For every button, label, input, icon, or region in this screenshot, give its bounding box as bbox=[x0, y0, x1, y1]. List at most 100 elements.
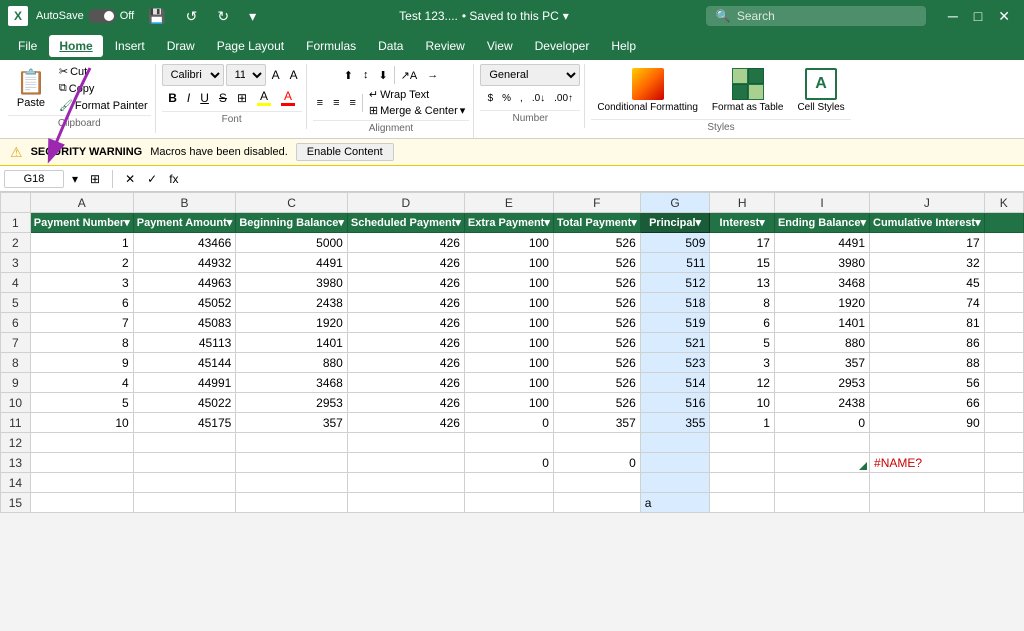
cell-reference-input[interactable] bbox=[4, 170, 64, 188]
close-button[interactable]: ✕ bbox=[992, 6, 1016, 27]
header-cell-I[interactable]: Ending Balance▾ bbox=[774, 213, 869, 233]
list-item[interactable]: 100 bbox=[464, 333, 553, 353]
list-item[interactable]: 45175 bbox=[133, 413, 236, 433]
list-item[interactable]: 2953 bbox=[236, 393, 348, 413]
list-item[interactable]: 3 bbox=[30, 273, 133, 293]
list-item[interactable]: 516 bbox=[640, 393, 710, 413]
list-item[interactable] bbox=[870, 493, 985, 513]
undo-button[interactable]: ↺ bbox=[180, 6, 204, 27]
conditional-formatting-button[interactable]: Conditional Formatting bbox=[591, 64, 704, 117]
list-item[interactable]: 8 bbox=[30, 333, 133, 353]
header-cell-A[interactable]: Payment Number▾ bbox=[30, 213, 133, 233]
list-item[interactable] bbox=[30, 493, 133, 513]
italic-button[interactable]: I bbox=[183, 87, 194, 109]
list-item[interactable]: 426 bbox=[347, 413, 464, 433]
list-item[interactable]: 0 bbox=[774, 413, 869, 433]
list-item[interactable]: 519 bbox=[640, 313, 710, 333]
middle-align-button[interactable]: ↕ bbox=[359, 64, 373, 86]
paste-button[interactable]: 📋 Paste bbox=[8, 64, 54, 113]
list-item[interactable] bbox=[133, 433, 236, 453]
list-item[interactable]: 10 bbox=[710, 393, 775, 413]
maximize-button[interactable]: □ bbox=[968, 6, 988, 27]
list-item[interactable] bbox=[133, 473, 236, 493]
list-item[interactable]: 526 bbox=[553, 253, 640, 273]
list-item[interactable] bbox=[640, 453, 710, 473]
list-item[interactable]: 12 bbox=[710, 373, 775, 393]
list-item[interactable] bbox=[30, 433, 133, 453]
fill-color-button[interactable]: A bbox=[253, 87, 275, 109]
menu-file[interactable]: File bbox=[8, 35, 47, 57]
list-item[interactable]: 1 bbox=[710, 413, 775, 433]
list-item[interactable]: 523 bbox=[640, 353, 710, 373]
list-item[interactable]: 45144 bbox=[133, 353, 236, 373]
menu-formulas[interactable]: Formulas bbox=[296, 35, 366, 57]
list-item[interactable] bbox=[236, 433, 348, 453]
percent-button[interactable]: % bbox=[498, 88, 515, 108]
list-item[interactable]: 3980 bbox=[774, 253, 869, 273]
list-item[interactable]: 86 bbox=[870, 333, 985, 353]
list-item[interactable]: 45052 bbox=[133, 293, 236, 313]
header-cell-J[interactable]: Cumulative Interest▾ bbox=[870, 213, 985, 233]
list-item[interactable]: 100 bbox=[464, 293, 553, 313]
list-item[interactable]: 17 bbox=[710, 233, 775, 253]
list-item[interactable]: 3 bbox=[710, 353, 775, 373]
center-align-button[interactable]: ≡ bbox=[329, 92, 343, 114]
list-item[interactable] bbox=[640, 433, 710, 453]
menu-insert[interactable]: Insert bbox=[105, 35, 155, 57]
list-item[interactable] bbox=[464, 433, 553, 453]
list-item[interactable]: 81 bbox=[870, 313, 985, 333]
menu-help[interactable]: Help bbox=[601, 35, 646, 57]
list-item[interactable]: 100 bbox=[464, 373, 553, 393]
list-item[interactable] bbox=[984, 293, 1023, 313]
right-align-button[interactable]: ≡ bbox=[345, 92, 359, 114]
list-item[interactable]: 56 bbox=[870, 373, 985, 393]
list-item[interactable] bbox=[347, 433, 464, 453]
list-item[interactable]: 88 bbox=[870, 353, 985, 373]
list-item[interactable]: 5 bbox=[710, 333, 775, 353]
list-item[interactable]: 526 bbox=[553, 293, 640, 313]
list-item[interactable] bbox=[30, 473, 133, 493]
list-item[interactable]: 3468 bbox=[236, 373, 348, 393]
increase-decimal-button[interactable]: .00↑ bbox=[550, 88, 577, 108]
col-header-g[interactable]: G bbox=[640, 193, 710, 213]
font-color-button[interactable]: A bbox=[277, 87, 299, 109]
list-item[interactable]: 1 bbox=[30, 233, 133, 253]
col-header-h[interactable]: H bbox=[710, 193, 775, 213]
indent-increase-button[interactable]: → bbox=[423, 64, 442, 86]
search-box[interactable]: 🔍 bbox=[706, 6, 926, 26]
search-input[interactable] bbox=[737, 9, 897, 23]
font-size-select[interactable]: 11 bbox=[226, 64, 266, 86]
list-item[interactable]: 45 bbox=[870, 273, 985, 293]
header-cell-D[interactable]: Scheduled Payment▾ bbox=[347, 213, 464, 233]
list-item[interactable]: 514 bbox=[640, 373, 710, 393]
list-item[interactable]: 2953 bbox=[774, 373, 869, 393]
list-item[interactable]: 355 bbox=[640, 413, 710, 433]
list-item[interactable]: 2438 bbox=[774, 393, 869, 413]
list-item[interactable]: 5000 bbox=[236, 233, 348, 253]
list-item[interactable] bbox=[710, 473, 775, 493]
list-item[interactable] bbox=[984, 473, 1023, 493]
list-item[interactable] bbox=[984, 493, 1023, 513]
formula-bar-expand[interactable]: ⊞ bbox=[86, 171, 104, 187]
list-item[interactable]: 4491 bbox=[236, 253, 348, 273]
bold-button[interactable]: B bbox=[164, 87, 181, 109]
header-cell-G[interactable]: Principal▾ bbox=[640, 213, 710, 233]
list-item[interactable]: 526 bbox=[553, 373, 640, 393]
comma-button[interactable]: , bbox=[516, 88, 527, 108]
wrap-text-button[interactable]: ↵ Wrap Text bbox=[365, 87, 469, 102]
list-item[interactable]: 526 bbox=[553, 393, 640, 413]
format-as-table-button[interactable]: Format as Table bbox=[706, 64, 790, 117]
list-item[interactable]: 426 bbox=[347, 233, 464, 253]
save-button[interactable]: 💾 bbox=[142, 6, 171, 27]
list-item[interactable]: 1401 bbox=[236, 333, 348, 353]
list-item[interactable]: 6 bbox=[710, 313, 775, 333]
list-item[interactable]: 17 bbox=[870, 233, 985, 253]
list-item[interactable] bbox=[347, 453, 464, 473]
list-item[interactable]: 880 bbox=[774, 333, 869, 353]
list-item[interactable]: 511 bbox=[640, 253, 710, 273]
list-item[interactable] bbox=[774, 453, 869, 473]
header-cell-E[interactable]: Extra Payment▾ bbox=[464, 213, 553, 233]
list-item[interactable]: 526 bbox=[553, 333, 640, 353]
list-item[interactable]: 426 bbox=[347, 313, 464, 333]
list-item[interactable]: 3980 bbox=[236, 273, 348, 293]
